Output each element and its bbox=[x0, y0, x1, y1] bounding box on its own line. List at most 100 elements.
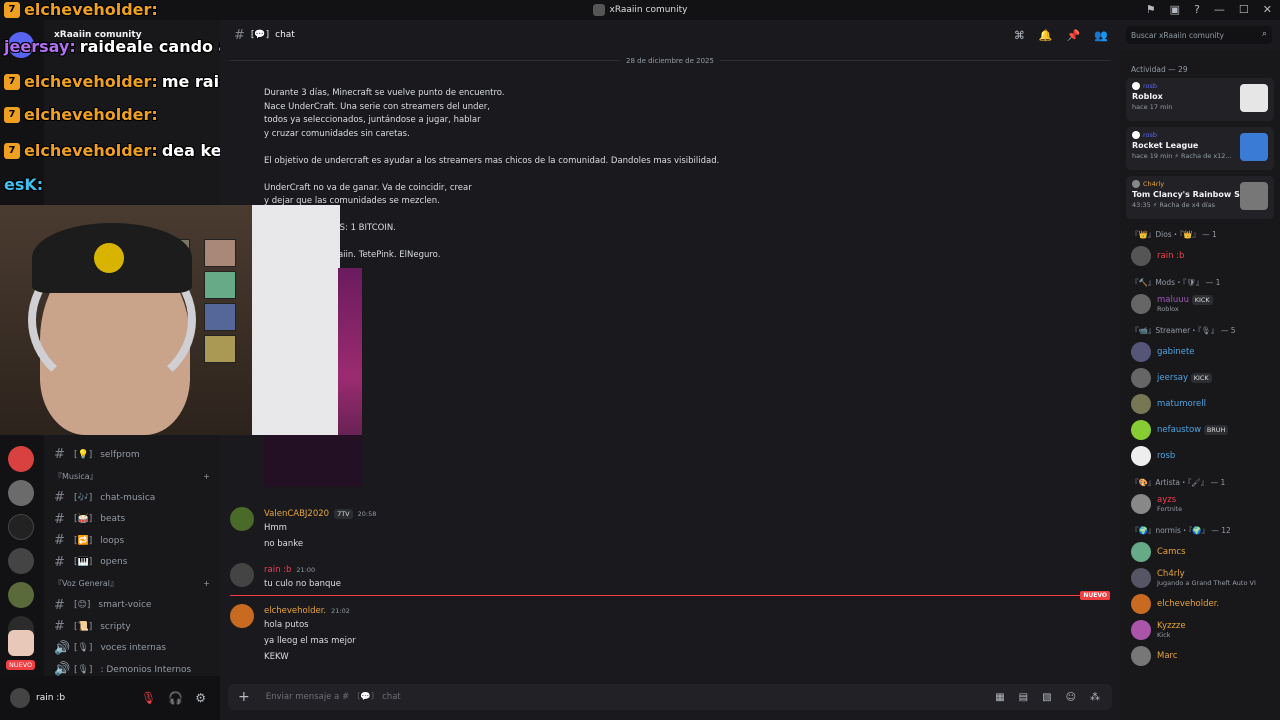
member-row[interactable]: rain :b bbox=[1120, 243, 1280, 269]
channel-smart-voice[interactable]: # [😊] smart-voice bbox=[44, 595, 220, 617]
search-input[interactable]: Buscar xRaaiin comunity ⌕ bbox=[1126, 26, 1272, 44]
member-status: Roblox bbox=[1157, 305, 1179, 313]
channel-header: # [💬] chat ⌘ 🔔 📌 👥 bbox=[220, 20, 1120, 50]
overlay-line: 7 elcheveholder: bbox=[4, 105, 158, 124]
settings-icon[interactable]: ⚙ bbox=[195, 691, 206, 705]
avatar bbox=[1131, 620, 1151, 640]
add-channel-icon[interactable]: + bbox=[203, 472, 210, 481]
bell-icon[interactable]: 🔔 bbox=[1039, 29, 1053, 42]
server-icon-5[interactable] bbox=[8, 582, 34, 608]
message-line: tu culo no banque bbox=[264, 579, 342, 589]
member-list: Actividad — 29 rosb Roblox hace 17 min r… bbox=[1120, 50, 1280, 720]
inbox-icon[interactable]: ⚑ bbox=[1146, 3, 1156, 16]
server-icon-7[interactable] bbox=[8, 630, 34, 656]
streamer-cap bbox=[32, 223, 192, 293]
screen-icon[interactable]: ▣ bbox=[1170, 3, 1180, 16]
seven-tv-badge: 7 bbox=[4, 106, 20, 123]
member-row[interactable]: Ch4rly Jugando a Grand Theft Auto VI bbox=[1120, 565, 1280, 591]
activity-card[interactable]: rosb Rocket League hace 19 min ⚡ Racha d… bbox=[1126, 127, 1274, 170]
activity-card[interactable]: Ch4rly Tom Clancy's Rainbow Six ... 43:3… bbox=[1126, 176, 1274, 219]
channel-emoji: [🎙] bbox=[74, 643, 93, 654]
avatar bbox=[1131, 342, 1151, 362]
game-art bbox=[1240, 133, 1268, 161]
channel-emoji: [😊] bbox=[74, 600, 91, 611]
webcam-door bbox=[252, 205, 340, 435]
speaker-icon: 🔊 bbox=[54, 662, 71, 678]
server-icon-1[interactable] bbox=[8, 446, 34, 472]
avatar bbox=[1132, 82, 1140, 90]
overlay-user: elcheveholder: bbox=[24, 141, 158, 160]
channel-loops[interactable]: # [🔁] loops bbox=[44, 530, 220, 552]
member-row[interactable]: elcheveholder. bbox=[1120, 591, 1280, 617]
members-icon[interactable]: 👥 bbox=[1094, 29, 1108, 42]
mute-mic-icon[interactable]: 🎙 bbox=[141, 691, 156, 705]
pin-icon[interactable]: 📌 bbox=[1067, 29, 1081, 42]
plus-icon[interactable]: + bbox=[238, 689, 250, 705]
user-panel: rain :b 🎙 🎧 ⚙ bbox=[0, 676, 220, 720]
member-row[interactable]: nefaustow BRUH bbox=[1120, 417, 1280, 443]
channel-opens[interactable]: # [🎹] opens bbox=[44, 552, 220, 574]
member-row[interactable]: jeersay KICK bbox=[1120, 365, 1280, 391]
channel-beats[interactable]: # [🥁] beats bbox=[44, 509, 220, 531]
gif-icon[interactable]: ▤ bbox=[1019, 692, 1028, 703]
emoji-icon[interactable]: ☺ bbox=[1066, 692, 1076, 703]
role-title: 『🔨』Mods・『🛡』 — 1 bbox=[1131, 277, 1221, 287]
gift-icon[interactable]: ▦ bbox=[995, 692, 1004, 703]
member-name: ayzs bbox=[1157, 495, 1177, 505]
voice-channel-voces-internas[interactable]: 🔊 [🎙] voces internas bbox=[44, 638, 220, 660]
embedded-image-bottom[interactable] bbox=[264, 435, 362, 487]
server-icon-3[interactable] bbox=[8, 514, 34, 540]
avatar[interactable] bbox=[230, 563, 254, 587]
member-row[interactable]: matumorell bbox=[1120, 391, 1280, 417]
avatar bbox=[1131, 246, 1151, 266]
category-voz-general[interactable]: 『Voz General』 + bbox=[44, 573, 220, 595]
server-icon-2[interactable] bbox=[8, 480, 34, 506]
channel-emoji: [🎹] bbox=[74, 557, 93, 568]
member-row[interactable]: Marc bbox=[1120, 643, 1280, 669]
message: ValenCABJ2020 7TV 20:58 Hmm no banke bbox=[230, 507, 1100, 552]
channel-scripty[interactable]: # [📜] scripty bbox=[44, 616, 220, 638]
server-icon bbox=[592, 4, 605, 16]
headphones-icon[interactable]: 🎧 bbox=[168, 691, 183, 705]
message-author[interactable]: rain :b bbox=[264, 565, 291, 575]
member-row[interactable]: ayzs Fortnite bbox=[1120, 491, 1280, 517]
cap-logo bbox=[94, 243, 124, 273]
maximize-button[interactable]: ☐ bbox=[1239, 3, 1249, 16]
threads-icon[interactable]: ⌘ bbox=[1014, 29, 1025, 42]
add-channel-icon[interactable]: + bbox=[203, 579, 210, 588]
category-musica[interactable]: 『Musica』 + bbox=[44, 466, 220, 488]
sticker-icon[interactable]: ▧ bbox=[1042, 692, 1051, 703]
channel-selfprom[interactable]: # [💡] selfprom bbox=[44, 444, 220, 466]
message-author[interactable]: elcheveholder. bbox=[264, 606, 326, 616]
message-author[interactable]: ValenCABJ2020 bbox=[264, 509, 329, 519]
close-button[interactable]: ✕ bbox=[1263, 3, 1272, 16]
server-icon-4[interactable] bbox=[8, 548, 34, 574]
member-row[interactable]: Camcs bbox=[1120, 539, 1280, 565]
help-icon[interactable]: ? bbox=[1194, 3, 1200, 16]
timestamp: 21:02 bbox=[331, 606, 350, 615]
activity-user: rosb bbox=[1143, 131, 1158, 139]
minimize-button[interactable]: — bbox=[1214, 3, 1225, 16]
member-row[interactable]: Kyzzze Kick bbox=[1120, 617, 1280, 643]
member-name: Ch4rly bbox=[1157, 569, 1185, 579]
member-name: Marc bbox=[1157, 651, 1178, 661]
announcement-line: UnderCraft no va de ganar. Va de coincid… bbox=[264, 182, 472, 193]
avatar[interactable] bbox=[10, 688, 30, 708]
announcement-line: Nace UnderCraft. Una serie con streamers… bbox=[264, 101, 490, 112]
member-row[interactable]: maluuu KICK Roblox bbox=[1120, 291, 1280, 317]
message-input[interactable] bbox=[265, 692, 866, 702]
channel-chat-musica[interactable]: # [🎶] chat-musica bbox=[44, 487, 220, 509]
activity-card[interactable]: rosb Roblox hace 17 min bbox=[1126, 78, 1274, 121]
search-icon: ⌕ bbox=[1261, 29, 1267, 39]
avatar[interactable] bbox=[230, 507, 254, 531]
hash-icon: # bbox=[234, 27, 245, 43]
avatar[interactable] bbox=[230, 604, 254, 628]
channel-emoji: [🥁] bbox=[74, 514, 93, 525]
message-line: KEKW bbox=[264, 652, 289, 662]
member-row[interactable]: rosb bbox=[1120, 443, 1280, 469]
member-status: Jugando a Grand Theft Auto VI bbox=[1157, 579, 1256, 587]
apps-icon[interactable]: ⁂ bbox=[1090, 692, 1100, 703]
poster bbox=[204, 239, 236, 267]
member-row[interactable]: gabinete bbox=[1120, 339, 1280, 365]
member-name: rosb bbox=[1157, 451, 1176, 461]
